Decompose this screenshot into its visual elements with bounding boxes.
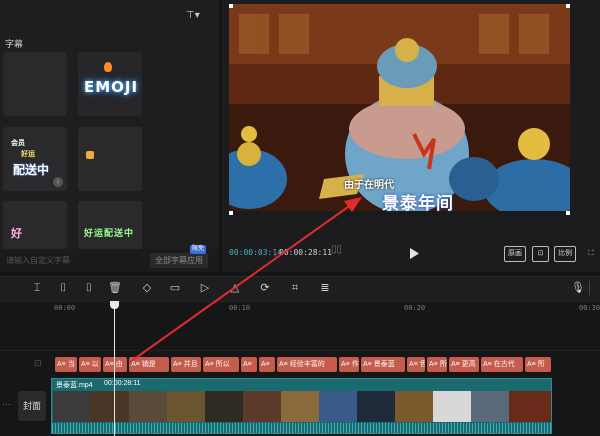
template-preview-text: 好 bbox=[11, 228, 22, 240]
video-thumbnail bbox=[281, 391, 319, 422]
timecode-icon: ▯▯ bbox=[331, 244, 343, 255]
cover-button[interactable]: 封面 bbox=[18, 391, 46, 421]
undo-split-icon[interactable]: ⌶ bbox=[30, 281, 44, 295]
text-clip[interactable]: A≡ 由 bbox=[103, 357, 127, 372]
video-preview[interactable]: 由于在明代 景泰年间 bbox=[229, 4, 570, 215]
text-clip[interactable]: A≡ bbox=[241, 357, 257, 372]
subtitle-template-small[interactable] bbox=[78, 127, 142, 191]
download-icon[interactable]: ↓ bbox=[53, 177, 63, 187]
text-clip[interactable]: A≡ 所 bbox=[525, 357, 551, 372]
free-badge: 限免 bbox=[190, 245, 207, 254]
template-preview-text: EMOJI bbox=[84, 78, 139, 96]
subtitle-template-emoji[interactable]: EMOJI bbox=[78, 52, 142, 116]
ruler-tick: 00:00 bbox=[54, 304, 76, 312]
template-preview-text: 配送中 bbox=[13, 163, 50, 177]
text-clip[interactable]: A≡ 景泰蓝 bbox=[361, 357, 405, 372]
mic-icon[interactable]: 🎙 bbox=[571, 281, 585, 295]
video-thumbnail bbox=[243, 391, 281, 422]
total-time: 00:00:28:11 bbox=[279, 248, 332, 257]
resize-handle[interactable] bbox=[229, 4, 233, 8]
video-thumbnail bbox=[129, 391, 167, 422]
resize-handle[interactable] bbox=[229, 211, 233, 215]
ruler-tick: 00:10 bbox=[229, 304, 251, 312]
template-preview-text: 会员 bbox=[11, 140, 25, 147]
split-right-icon[interactable]: ⌷ bbox=[82, 281, 96, 295]
split-left-icon[interactable]: ⌷ bbox=[56, 281, 70, 295]
playhead-handle[interactable] bbox=[110, 301, 119, 309]
text-clip[interactable]: A≡ bbox=[259, 357, 275, 372]
sticker-icon bbox=[86, 151, 94, 159]
ruler-tick: 00:20 bbox=[404, 304, 426, 312]
crop-icon[interactable]: ⌗ bbox=[288, 281, 302, 295]
audio-waveform bbox=[52, 423, 551, 433]
video-frame-image bbox=[229, 4, 570, 215]
text-clip[interactable]: A≡ 色 bbox=[407, 357, 425, 372]
aspect-ratio-button[interactable]: 比例 bbox=[554, 246, 576, 262]
text-clip[interactable]: A≡ 在古代 bbox=[481, 357, 523, 372]
text-clip[interactable]: A≡ 作 bbox=[339, 357, 359, 372]
video-thumbnail bbox=[167, 391, 205, 422]
more-icon[interactable]: ⋯ bbox=[2, 399, 11, 410]
video-thumbnail bbox=[53, 391, 91, 422]
video-thumbnail bbox=[91, 391, 129, 422]
video-thumbnail bbox=[471, 391, 509, 422]
template-preview-text: 好运配送中 bbox=[84, 228, 135, 238]
text-clip[interactable]: A≡ 销是 bbox=[129, 357, 169, 372]
video-clip-name: 景泰蓝.mp4 bbox=[56, 382, 93, 389]
apply-all-button[interactable]: 全部字幕应用 bbox=[150, 253, 208, 268]
delete-icon[interactable]: 🗑 bbox=[108, 281, 122, 295]
resize-handle[interactable] bbox=[566, 211, 570, 215]
playhead[interactable] bbox=[114, 303, 115, 436]
text-clip[interactable]: A≡ 当 bbox=[55, 357, 77, 372]
text-clip[interactable]: A≡ 并且 bbox=[171, 357, 201, 372]
original-quality-button[interactable]: 原画 bbox=[504, 246, 526, 262]
video-thumbnail bbox=[395, 391, 433, 422]
video-thumbnail bbox=[357, 391, 395, 422]
fullscreen-icon[interactable]: ⛶ bbox=[585, 247, 597, 259]
text-clip[interactable]: A≡ 所 bbox=[427, 357, 447, 372]
track-divider bbox=[0, 350, 600, 351]
play-circle-icon[interactable]: ▷ bbox=[198, 281, 212, 295]
fire-icon bbox=[104, 62, 112, 72]
fit-icon[interactable]: ⊡ bbox=[532, 246, 549, 262]
subtitle-template-lucky[interactable]: 好运配送中 bbox=[78, 201, 142, 249]
ruler-tick: 00:30 bbox=[579, 304, 600, 312]
subtitle-template-blank[interactable] bbox=[3, 52, 67, 116]
video-thumbnail bbox=[205, 391, 243, 422]
subtitle-template-good[interactable]: 好 bbox=[3, 201, 67, 249]
video-thumbnail bbox=[509, 391, 551, 422]
template-preview-text: 好运 bbox=[21, 151, 35, 158]
video-thumbnail bbox=[319, 391, 357, 422]
play-icon[interactable] bbox=[409, 248, 419, 259]
text-clip[interactable]: A≡ 所以 bbox=[203, 357, 239, 372]
mirror-icon[interactable]: △ bbox=[228, 281, 242, 295]
time-separator: | bbox=[274, 248, 277, 257]
video-clip-duration: 00:00:28:11 bbox=[104, 380, 141, 387]
crop-frame-icon[interactable]: ▭ bbox=[168, 281, 182, 295]
subtitle-overlay-big[interactable]: 景泰年间 bbox=[382, 189, 454, 214]
rotate-icon[interactable]: ⟳ bbox=[258, 281, 272, 295]
section-title: 字幕 bbox=[5, 39, 24, 49]
toolbar-divider bbox=[589, 281, 590, 295]
subtitle-template-delivery[interactable]: 会员 好运 配送中 ↓ bbox=[3, 127, 67, 191]
text-clip[interactable]: A≡ 以 bbox=[79, 357, 101, 372]
text-clip[interactable]: A≡ 经验丰富的 bbox=[277, 357, 337, 372]
video-thumbnail bbox=[433, 391, 471, 422]
filter-dropdown[interactable]: ⊤▾ bbox=[186, 10, 208, 22]
shield-icon[interactable]: ◇ bbox=[140, 281, 154, 295]
text-clip[interactable]: A≡ 更高 bbox=[449, 357, 479, 372]
resize-handle[interactable] bbox=[566, 4, 570, 8]
subtitle-hint: 请输入自定义字幕 bbox=[6, 256, 70, 265]
subtitle-icon[interactable]: ≣ bbox=[318, 281, 332, 295]
lock-icon[interactable]: ⊡ bbox=[34, 358, 42, 369]
